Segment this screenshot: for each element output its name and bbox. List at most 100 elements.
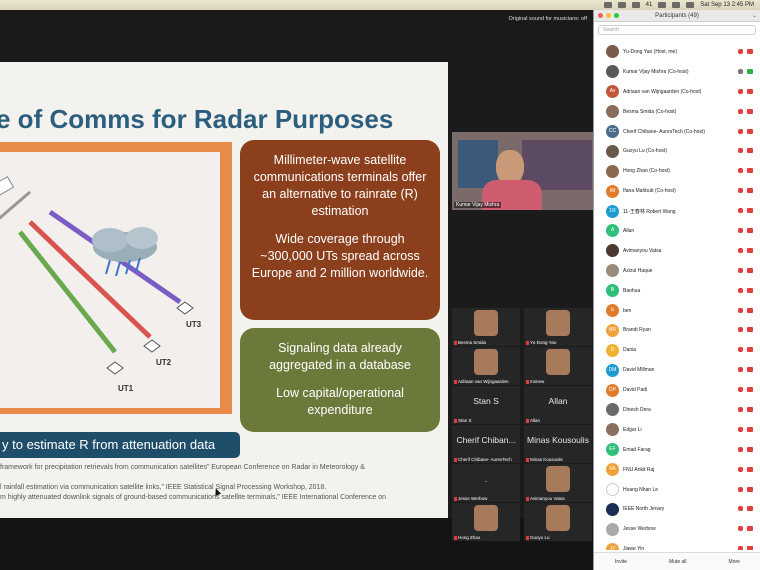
zoom-window-icon[interactable]	[614, 13, 619, 18]
camera-on-icon	[747, 68, 753, 74]
close-window-icon[interactable]	[598, 13, 603, 18]
mic-muted-icon	[454, 535, 457, 540]
gallery-tile[interactable]: Guoyu Lu	[524, 503, 592, 541]
participant-row[interactable]: D Dania	[594, 340, 760, 360]
participant-row[interactable]: DM David Millman	[594, 360, 760, 380]
participant-row[interactable]: BR Brandt Ryan	[594, 320, 760, 340]
participant-row[interactable]: A Allan	[594, 221, 760, 241]
participant-row[interactable]: DP David Padi	[594, 380, 760, 400]
participant-name: 11-王春林 Robert Wang	[623, 208, 676, 215]
camera-off-icon	[747, 466, 753, 472]
participants-panel: Participants (49) ⌄ Search Yu-Dong Yao (…	[593, 10, 760, 570]
mic-muted-icon	[526, 496, 529, 501]
camera-off-icon	[747, 88, 753, 94]
more-button[interactable]: More	[729, 559, 740, 565]
search-icon[interactable]	[686, 2, 695, 8]
diagram-canvas: UT3 UT2 UT1	[0, 152, 220, 408]
avatar	[606, 502, 619, 516]
mic-muted-icon	[738, 128, 743, 134]
avatar: CC	[606, 125, 619, 138]
volume-icon[interactable]	[672, 2, 681, 8]
menubar-clock[interactable]: Sat Sep 13 2:45 PM	[700, 2, 754, 8]
mic-muted-icon	[738, 486, 743, 492]
avatar	[606, 483, 619, 497]
gallery-tile[interactable]: Yu-Dong Yao	[524, 308, 592, 346]
speaker-name: Kumar Vijay Mishra	[454, 202, 502, 208]
tile-display-name: Allan	[548, 396, 568, 406]
active-speaker-video[interactable]: Kumar Vijay Mishra	[452, 132, 593, 210]
participant-row[interactable]: B Baohua	[594, 281, 760, 301]
menubar-icon[interactable]	[617, 2, 626, 8]
participant-row[interactable]: Hoang Nhan Le	[594, 480, 760, 500]
wifi-icon[interactable]	[658, 2, 667, 8]
avatar: BR	[606, 323, 619, 337]
camera-off-icon	[747, 148, 753, 154]
participant-row[interactable]: Avimanyou Vatsa	[594, 241, 760, 261]
participant-row[interactable]: Av Adriaan van Wijngaarden (Co-host)	[594, 82, 760, 102]
participant-name: Ifana Mahbub (Co-host)	[623, 188, 676, 195]
mic-muted-icon	[738, 287, 743, 293]
terminal-ut1-icon	[106, 361, 124, 375]
participant-row[interactable]: Azizul Haque	[594, 261, 760, 281]
minimize-window-icon[interactable]	[606, 13, 611, 18]
gallery-tile[interactable]: Stan S Stan S	[452, 386, 520, 424]
participant-row[interactable]: Jesse Werbow	[594, 519, 760, 539]
participant-row[interactable]: 1R 11-王春林 Robert Wang	[594, 201, 760, 221]
gallery-tile[interactable]: Hong Zhao	[452, 503, 520, 541]
participant-row[interactable]: IM Ifana Mahbub (Co-host)	[594, 181, 760, 201]
menubar-icon[interactable]	[603, 2, 612, 8]
tile-name-text: Allan	[530, 418, 541, 423]
tile-display-name: .	[484, 474, 488, 484]
gallery-tile[interactable]: Adriaan van Wijngaarden	[452, 347, 520, 385]
mic-muted-icon	[454, 496, 457, 501]
gallery-tile[interactable]: Minas Kousoulis Minas Kousoulis	[524, 425, 592, 463]
participant-row[interactable]: FA FNU Ankit Raj	[594, 460, 760, 480]
participant-name: David Padi	[623, 387, 648, 394]
participant-row[interactable]: IEEE North Jersey	[594, 499, 760, 519]
gallery-tile[interactable]: Besma Smida	[452, 308, 520, 346]
mic-muted-icon	[738, 367, 743, 373]
mic-muted-icon	[454, 340, 457, 345]
mic-muted-icon	[738, 407, 743, 413]
camera-off-icon	[747, 188, 753, 194]
avatar	[606, 105, 619, 119]
menubar-icon[interactable]	[631, 2, 640, 8]
reference-line: framework for precipitation retrievals f…	[0, 464, 365, 471]
participant-row[interactable]: EF Emad Farag	[594, 440, 760, 460]
participant-name: Brandt Ryan	[623, 327, 651, 334]
participant-row[interactable]: Dinesh Dera	[594, 400, 760, 420]
participant-row[interactable]: Hong Zhao (Co-host)	[594, 161, 760, 181]
mute-all-button[interactable]: Mute all	[669, 559, 687, 565]
participant-row[interactable]: Kumar Vijay Mishra (Co-host)	[594, 62, 760, 82]
tile-name-text: Besma Smida	[458, 340, 487, 345]
mic-muted-icon	[454, 379, 457, 384]
gallery-tile[interactable]: Avimanyou Vatsa	[524, 464, 592, 502]
camera-off-icon	[747, 208, 753, 214]
ut1-label: UT1	[118, 384, 134, 393]
participant-row[interactable]: Edgar Li	[594, 420, 760, 440]
gallery-tile[interactable]: Cherif Chiban... Cherif Chibane- AuresTec…	[452, 425, 520, 463]
gallery-tile[interactable]: . Jesse Werbow	[452, 464, 520, 502]
popout-icon[interactable]: ⌄	[752, 12, 757, 19]
participants-search-input[interactable]: Search	[598, 25, 756, 35]
mic-muted-icon	[738, 148, 743, 154]
participant-row[interactable]: JY Jiawe Yin	[594, 539, 760, 550]
invite-button[interactable]: Invite	[615, 559, 627, 565]
participant-video	[474, 310, 498, 336]
mic-muted-icon	[738, 426, 743, 432]
participant-row[interactable]: CC Cherif Chibane- AuresTech (Co-host)	[594, 122, 760, 142]
original-sound-toggle[interactable]: Original sound for musicians: off	[509, 16, 587, 22]
avatar	[606, 45, 619, 59]
gallery-tile[interactable]: msnew	[524, 347, 592, 385]
avatar	[606, 65, 619, 79]
participant-name: Guoyu Lu (Co-host)	[623, 148, 667, 155]
participants-footer: Invite Mute all More	[594, 552, 760, 570]
tile-name-label: Yu-Dong Yao	[526, 340, 556, 345]
participant-row[interactable]: b ben	[594, 301, 760, 321]
participant-row[interactable]: Guoyu Lu (Co-host)	[594, 141, 760, 161]
tile-name-text: Adriaan van Wijngaarden	[458, 379, 509, 384]
participant-row[interactable]: Yu-Dong Yao (Host, me)	[594, 42, 760, 62]
participant-name: Kumar Vijay Mishra (Co-host)	[623, 68, 689, 75]
participant-row[interactable]: Besma Smida (Co-host)	[594, 102, 760, 122]
gallery-tile[interactable]: Allan Allan	[524, 386, 592, 424]
